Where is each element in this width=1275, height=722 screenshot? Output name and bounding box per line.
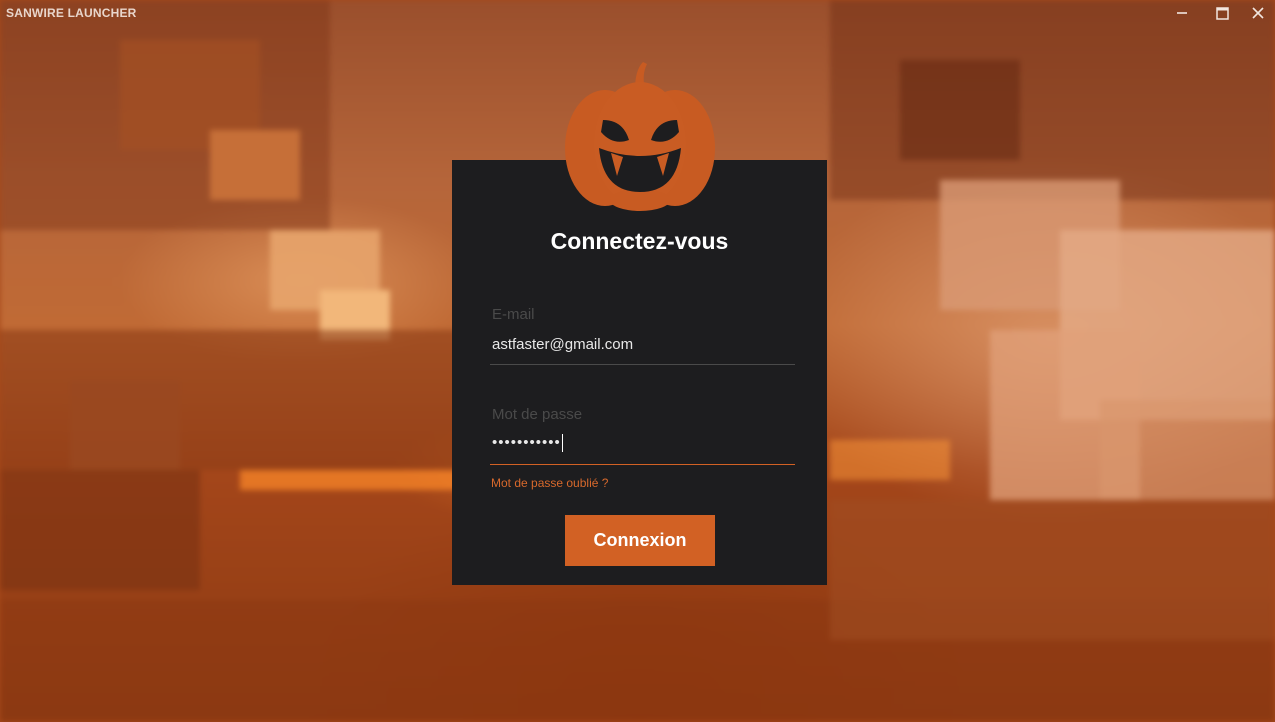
login-button[interactable]: Connexion bbox=[565, 515, 715, 566]
email-underline bbox=[490, 364, 795, 365]
password-mask: ••••••••••• bbox=[492, 434, 561, 451]
email-label: E-mail bbox=[492, 306, 535, 323]
close-button[interactable] bbox=[1243, 2, 1273, 24]
text-caret bbox=[561, 434, 563, 453]
minimize-button[interactable] bbox=[1167, 2, 1197, 24]
forgot-password-link[interactable]: Mot de passe oublié ? bbox=[491, 476, 608, 490]
maximize-button[interactable] bbox=[1207, 2, 1237, 24]
app-title: SANWIRE LAUNCHER bbox=[6, 6, 137, 20]
launcher-window: SANWIRE LAUNCHER Connectez-vous E-mail a… bbox=[0, 0, 1275, 722]
password-field[interactable]: ••••••••••• bbox=[492, 434, 563, 453]
close-icon bbox=[1252, 7, 1264, 19]
login-title: Connectez-vous bbox=[550, 228, 729, 254]
minimize-icon bbox=[1177, 12, 1187, 14]
password-label: Mot de passe bbox=[492, 406, 583, 423]
password-underline bbox=[490, 464, 795, 465]
title-bar[interactable]: SANWIRE LAUNCHER bbox=[0, 0, 1275, 26]
email-field[interactable] bbox=[490, 331, 799, 357]
pumpkin-logo-icon bbox=[565, 62, 715, 211]
maximize-icon bbox=[1215, 7, 1229, 20]
